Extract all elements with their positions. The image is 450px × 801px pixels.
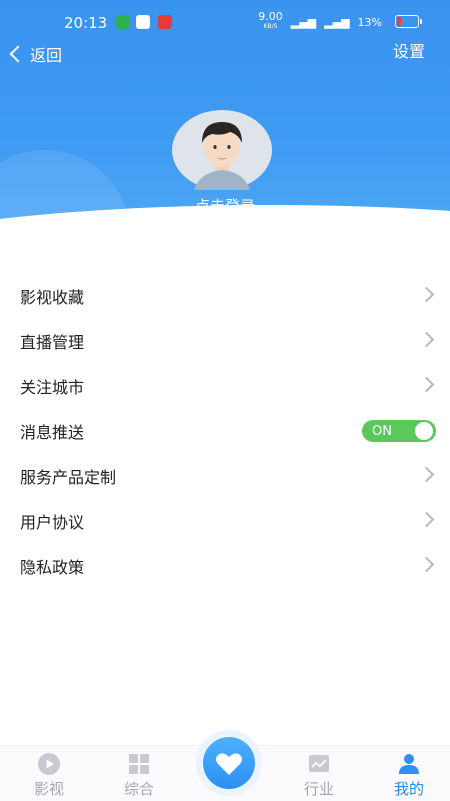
chevron-right-icon xyxy=(418,286,435,303)
chevron-right-icon xyxy=(418,376,435,393)
settings-menu: 影视收藏 直播管理 关注城市 消息推送 ON 服务产品定制 用户协议 隐私政策 xyxy=(0,273,450,588)
play-icon xyxy=(38,753,60,775)
menu-item-label: 隐私政策 xyxy=(20,557,85,577)
heart-icon xyxy=(216,753,242,775)
tab-industry[interactable]: 行业 xyxy=(289,746,349,801)
chevron-right-icon xyxy=(418,511,435,528)
menu-item-label: 影视收藏 xyxy=(20,287,85,307)
tab-video[interactable]: 影视 xyxy=(19,746,79,801)
menu-item-privacy-policy[interactable]: 隐私政策 xyxy=(0,543,450,588)
battery-percent: 13% xyxy=(357,15,382,29)
app-notification-icon xyxy=(116,15,130,29)
settings-button[interactable]: 设置 xyxy=(393,38,425,62)
back-button[interactable]: 返回 xyxy=(9,42,63,66)
network-speed: 9.00 KB/S xyxy=(258,10,283,30)
tab-label: 我的 xyxy=(393,780,424,798)
menu-item-live-management[interactable]: 直播管理 xyxy=(0,318,450,363)
avatar[interactable] xyxy=(172,110,272,190)
tab-general[interactable]: 综合 xyxy=(109,746,169,801)
chart-icon xyxy=(309,755,329,772)
profile-header: 20:13 9.00 KB/S ▂▄▆ ▂▄▆ 13% 返回 设置 点击登录 非… xyxy=(0,0,450,265)
status-right: 9.00 KB/S ▂▄▆ ▂▄▆ 13% xyxy=(258,10,410,32)
center-button-inner xyxy=(203,737,255,789)
menu-item-service-customization[interactable]: 服务产品定制 xyxy=(0,453,450,498)
menu-item-user-agreement[interactable]: 用户协议 xyxy=(0,498,450,543)
chevron-right-icon xyxy=(418,331,435,348)
signal-icon: ▂▄▆ xyxy=(324,15,350,29)
menu-item-followed-cities[interactable]: 关注城市 xyxy=(0,363,450,408)
menu-item-label: 服务产品定制 xyxy=(20,467,117,487)
app-notification-icon xyxy=(136,15,150,29)
chevron-right-icon xyxy=(418,556,435,573)
push-toggle[interactable]: ON xyxy=(362,420,436,442)
signal-icon: ▂▄▆ xyxy=(290,15,317,29)
grid-icon xyxy=(129,754,149,774)
login-link[interactable]: 点击登录 xyxy=(0,195,450,216)
menu-item-label: 用户协议 xyxy=(20,512,85,532)
chevron-right-icon xyxy=(418,466,435,483)
toggle-knob xyxy=(415,422,433,440)
menu-item-label: 消息推送 xyxy=(20,422,85,442)
top-nav: 返回 设置 xyxy=(0,38,450,68)
toggle-state: ON xyxy=(372,423,392,439)
status-time: 20:13 xyxy=(64,14,108,32)
battery-icon xyxy=(395,15,422,28)
chevron-left-icon xyxy=(9,45,27,63)
tab-label: 行业 xyxy=(303,780,334,798)
back-label: 返回 xyxy=(30,46,63,65)
tab-label: 综合 xyxy=(123,780,154,798)
menu-item-label: 关注城市 xyxy=(20,377,85,397)
tab-label: 影视 xyxy=(33,780,64,798)
menu-item-push-notifications: 消息推送 ON xyxy=(0,408,450,453)
menu-item-label: 直播管理 xyxy=(20,332,85,352)
tab-mine[interactable]: 我的 xyxy=(379,746,439,801)
app-notification-icon xyxy=(158,15,172,29)
menu-item-favorites[interactable]: 影视收藏 xyxy=(0,273,450,318)
user-icon xyxy=(399,754,419,774)
status-bar: 20:13 9.00 KB/S ▂▄▆ ▂▄▆ 13% xyxy=(0,0,450,42)
user-type-label: 非注册用户 xyxy=(187,216,263,234)
center-heart-button[interactable] xyxy=(196,730,262,796)
